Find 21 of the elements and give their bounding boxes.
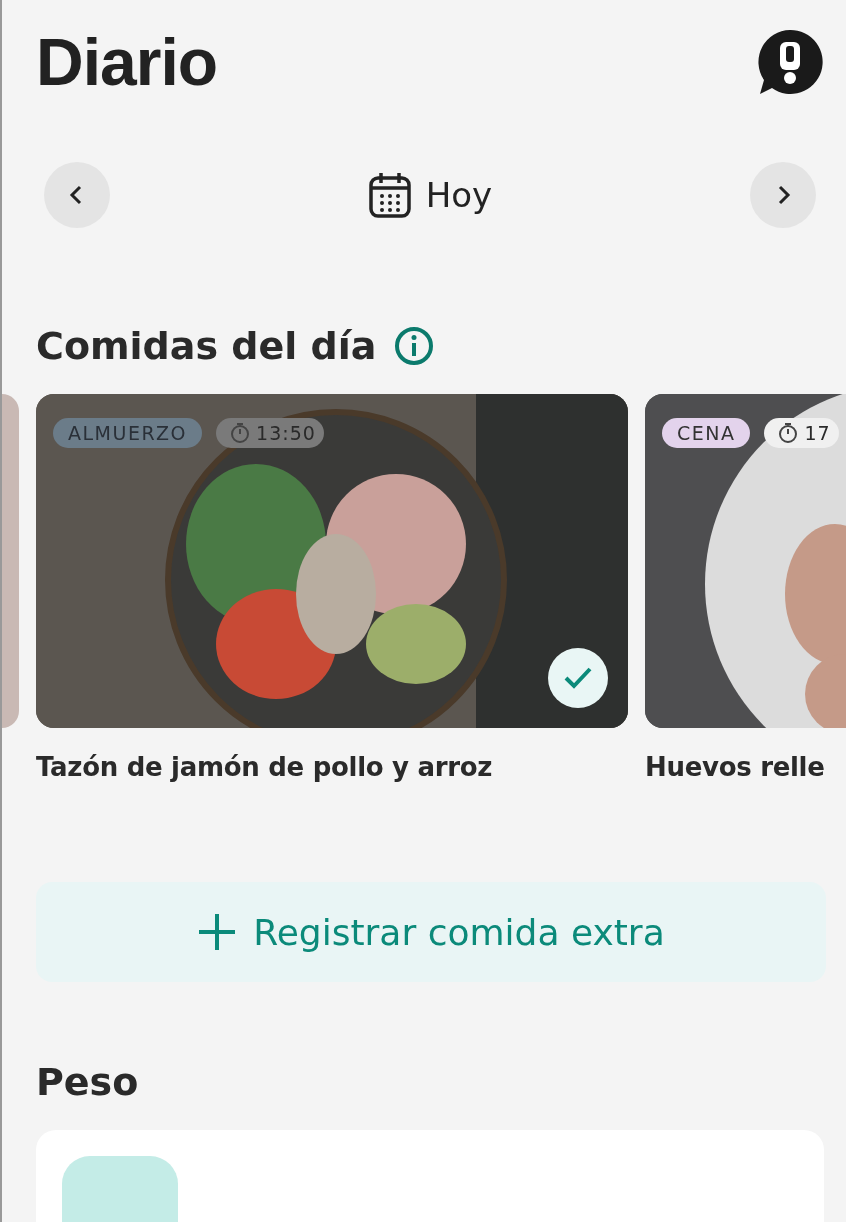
meal-time: 13:50 bbox=[216, 418, 324, 448]
section-title: Comidas del día bbox=[36, 324, 377, 368]
calendar-icon bbox=[367, 171, 412, 219]
checkmark-icon bbox=[563, 666, 593, 690]
feedback-icon[interactable] bbox=[756, 28, 824, 96]
section-title: Peso bbox=[36, 1060, 140, 1104]
meal-card[interactable] bbox=[2, 394, 19, 728]
page-title: Diario bbox=[36, 24, 218, 100]
meal-type-tag: ALMUERZO bbox=[53, 418, 203, 448]
stopwatch-icon bbox=[230, 422, 251, 444]
stopwatch-icon bbox=[778, 422, 799, 444]
meal-type-tag: CENA bbox=[662, 418, 751, 448]
plus-icon bbox=[197, 912, 238, 952]
meal-title: Huevos relle bbox=[645, 752, 826, 782]
weight-card[interactable] bbox=[36, 1130, 824, 1222]
add-extra-meal-button[interactable]: Registrar comida extra bbox=[36, 882, 826, 982]
meal-photo[interactable]: CENA 17 bbox=[645, 394, 846, 728]
meal-title: Tazón de jamón de pollo y arroz bbox=[36, 752, 494, 782]
date-selector[interactable]: Hoy bbox=[367, 171, 493, 219]
info-icon[interactable] bbox=[394, 326, 435, 366]
meal-time: 17 bbox=[764, 418, 839, 448]
